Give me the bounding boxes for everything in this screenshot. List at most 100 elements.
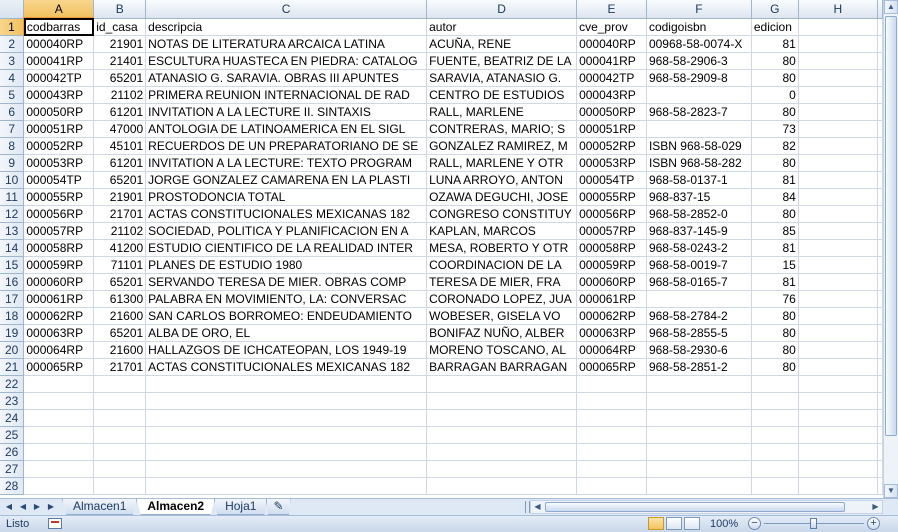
cell[interactable]: MORENO TOSCANO, AL <box>426 341 578 359</box>
cell[interactable]: cve_prov <box>576 18 647 36</box>
cell[interactable]: 000051RP <box>576 120 647 138</box>
cell[interactable]: HALLAZGOS DE ICHCATEOPAN, LOS 1949-19 <box>145 341 428 359</box>
zoom-slider-thumb[interactable] <box>810 518 817 529</box>
cell[interactable]: 65201 <box>93 273 147 291</box>
vertical-scrollbar[interactable]: ▲ ▼ <box>883 0 898 498</box>
cell[interactable]: ALBA DE ORO, EL <box>145 324 428 342</box>
cell[interactable]: 968-58-2930-6 <box>646 341 752 359</box>
cell[interactable] <box>576 426 647 444</box>
cell[interactable]: INVITATION A LA LECTURE II. SINTAXIS <box>145 103 428 121</box>
cell[interactable]: 000052RP <box>576 137 647 155</box>
cell[interactable]: 21901 <box>93 35 147 53</box>
macro-record-icon[interactable] <box>48 518 62 529</box>
row-header[interactable]: 7 <box>0 120 25 138</box>
cell[interactable] <box>145 443 428 461</box>
zoom-in-icon[interactable]: + <box>867 517 880 530</box>
cell[interactable] <box>877 273 883 291</box>
cell[interactable]: 000062RP <box>576 307 647 325</box>
cell[interactable]: edicion <box>751 18 799 36</box>
cell[interactable] <box>877 307 883 325</box>
cell[interactable] <box>798 341 878 359</box>
cell[interactable] <box>426 409 578 427</box>
normal-view-icon[interactable] <box>648 517 664 530</box>
cell[interactable] <box>426 375 578 393</box>
row-header[interactable]: 14 <box>0 239 25 257</box>
row-header[interactable]: 5 <box>0 86 25 104</box>
cell[interactable]: 21102 <box>93 222 147 240</box>
horizontal-scroll-thumb[interactable] <box>545 502 845 512</box>
cell[interactable] <box>751 426 799 444</box>
cell[interactable] <box>93 460 147 478</box>
cell[interactable]: 81 <box>751 239 799 257</box>
cell[interactable] <box>426 477 578 495</box>
tab-almacen2[interactable]: Almacen2 <box>136 499 216 515</box>
cell[interactable]: 968-58-0243-2 <box>646 239 752 257</box>
cell[interactable] <box>877 375 883 393</box>
cell[interactable]: 000061RP <box>23 290 95 308</box>
cell[interactable]: CONTRERAS, MARIO; S <box>426 120 578 138</box>
cell[interactable]: 968-58-0165-7 <box>646 273 752 291</box>
cell[interactable]: 000050RP <box>576 103 647 121</box>
cell[interactable]: CORONADO LOPEZ, JUA <box>426 290 578 308</box>
cell[interactable] <box>798 460 878 478</box>
cell[interactable]: BONIFAZ NUÑO, ALBER <box>426 324 578 342</box>
insert-sheet-icon[interactable]: ✎ <box>266 499 291 515</box>
cell[interactable] <box>751 409 799 427</box>
cell[interactable]: 61201 <box>93 103 147 121</box>
cell[interactable]: LUNA ARROYO, ANTON <box>426 171 578 189</box>
cell[interactable]: 00968-58-0074-X <box>646 35 752 53</box>
cell[interactable]: 81 <box>751 35 799 53</box>
cell[interactable] <box>877 290 883 308</box>
cell[interactable] <box>93 443 147 461</box>
cell[interactable]: 80 <box>751 324 799 342</box>
cell[interactable] <box>877 222 883 240</box>
cell[interactable]: 71101 <box>93 256 147 274</box>
cell[interactable] <box>23 477 95 495</box>
cell[interactable]: 21102 <box>93 86 147 104</box>
cell[interactable] <box>877 137 883 155</box>
cell[interactable]: 000065RP <box>576 358 647 376</box>
cell[interactable]: INVITATION A LA LECTURE: TEXTO PROGRAM <box>145 154 428 172</box>
cell[interactable] <box>751 375 799 393</box>
cell[interactable] <box>798 426 878 444</box>
cell[interactable]: GONZALEZ RAMIREZ, M <box>426 137 578 155</box>
cell[interactable] <box>877 103 883 121</box>
cell[interactable]: PALABRA EN MOVIMIENTO, LA: CONVERSAC <box>145 290 428 308</box>
cell[interactable]: descripcia <box>145 18 428 36</box>
cell[interactable] <box>751 392 799 410</box>
row-header[interactable]: 24 <box>0 409 25 427</box>
cell[interactable] <box>798 154 878 172</box>
cell[interactable]: 80 <box>751 103 799 121</box>
row-header[interactable]: 3 <box>0 52 25 70</box>
cell[interactable] <box>145 460 428 478</box>
cell[interactable]: FUENTE, BEATRIZ DE LA <box>426 52 578 70</box>
zoom-out-icon[interactable]: − <box>748 517 761 530</box>
column-header-d[interactable]: D <box>426 0 578 19</box>
cell[interactable]: TERESA DE MIER, FRA <box>426 273 578 291</box>
cell[interactable]: 80 <box>751 358 799 376</box>
cell[interactable]: 000040RP <box>23 35 95 53</box>
cell[interactable]: 21401 <box>93 52 147 70</box>
cell[interactable] <box>23 460 95 478</box>
cell[interactable]: 000055RP <box>576 188 647 206</box>
cell[interactable]: 73 <box>751 120 799 138</box>
cell[interactable]: PROSTODONCIA TOTAL <box>145 188 428 206</box>
column-header-e[interactable]: E <box>576 0 647 19</box>
scroll-up-button[interactable]: ▲ <box>884 0 898 14</box>
prev-sheet-icon[interactable]: ◀ <box>16 500 30 513</box>
cell[interactable]: 000056RP <box>576 205 647 223</box>
cell[interactable] <box>798 137 878 155</box>
cell[interactable] <box>646 460 752 478</box>
cell[interactable] <box>877 154 883 172</box>
cell[interactable] <box>798 443 878 461</box>
cell[interactable] <box>145 392 428 410</box>
cell[interactable] <box>798 171 878 189</box>
cell[interactable] <box>646 392 752 410</box>
cell[interactable] <box>798 35 878 53</box>
row-header[interactable]: 4 <box>0 69 25 87</box>
cell[interactable] <box>23 392 95 410</box>
cell[interactable]: 000054TP <box>576 171 647 189</box>
cell[interactable] <box>798 256 878 274</box>
cell[interactable]: 000055RP <box>23 188 95 206</box>
row-header[interactable]: 1 <box>0 18 25 36</box>
